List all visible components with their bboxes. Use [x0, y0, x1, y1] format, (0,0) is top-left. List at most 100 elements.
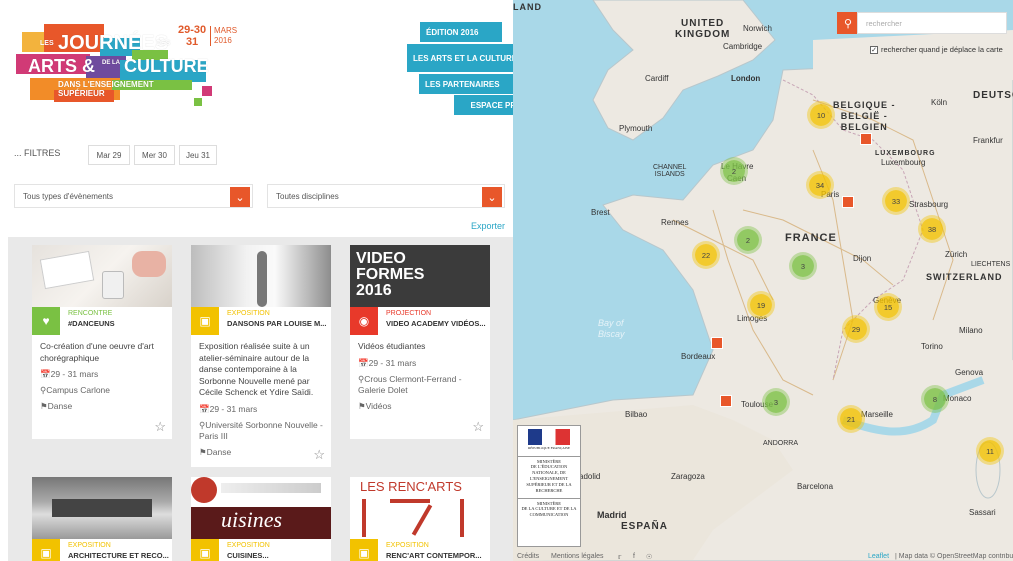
nav-edition[interactable]: ÉDITION 2016 — [420, 22, 502, 42]
favorite-star-icon[interactable]: ☆ — [154, 419, 166, 435]
map-cluster[interactable]: 11 — [979, 440, 1001, 462]
map-search-input[interactable]: rechercher — [857, 12, 1007, 34]
ministry-rf: RÉPUBLIQUE FRANÇAISE — [527, 446, 571, 450]
event-place: Campus Carlone — [46, 385, 111, 395]
city-madrid: Madrid — [597, 510, 627, 520]
chevron-down-icon[interactable]: ⌄ — [230, 187, 250, 207]
date-filter-mar29[interactable]: Mar 29 — [88, 145, 130, 165]
frame-icon: ▣ — [191, 539, 219, 561]
event-card[interactable]: ▣ EXPOSITION ARCHITECTURE ET RECO... — [32, 477, 172, 561]
event-card[interactable]: ♥ RENCONTRE #DANCEUNS Co-création d'une … — [32, 245, 172, 439]
city-milano: Milano — [959, 326, 983, 335]
city-cardiff: Cardiff — [645, 74, 669, 83]
map-cluster[interactable]: 21 — [840, 408, 862, 430]
ministry-1-title: MINISTÈRE — [518, 456, 580, 464]
event-card[interactable]: VIDEO FORMES 2016 ◉ PROJECTION VIDEO ACA… — [350, 245, 490, 439]
map-cluster[interactable]: 29 — [845, 318, 867, 340]
credits-link[interactable]: Crédits — [517, 553, 539, 560]
nav-arts-culture[interactable]: LES ARTS ET LA CULTURE DANS LE SUPÉRIEUR — [407, 44, 513, 72]
map-marker-icon[interactable] — [860, 133, 872, 145]
marianne-flag-icon — [528, 429, 570, 445]
event-tag: ♥ RENCONTRE #DANCEUNS — [32, 307, 172, 335]
map-marker-icon[interactable] — [842, 196, 854, 208]
event-title: #DANCEUNS — [68, 319, 115, 328]
ministry-2-name: DE LA CULTURE ET DE LA COMMUNICATION — [521, 506, 577, 517]
city-bordeaux: Bordeaux — [681, 352, 716, 361]
event-date: 29 - 31 mars — [209, 403, 258, 414]
discipline-select[interactable]: Toutes disciplines ⌄ — [267, 184, 505, 208]
event-description: Exposition réalisée suite à un atelier-s… — [199, 341, 314, 397]
date-filter-jeu31[interactable]: Jeu 31 — [179, 145, 217, 165]
event-list-panel: LES JOURNÉES DES ARTS & DE LA CULTURE DA… — [0, 0, 513, 561]
move-search-toggle[interactable]: ✓ rechercher quand je déplace la carte — [870, 45, 1003, 54]
nav-partenaires[interactable]: LES PARTENAIRES — [419, 74, 513, 94]
event-title: ARCHITECTURE ET RECO... — [68, 551, 169, 560]
legal-link[interactable]: Mentions légales — [551, 553, 604, 560]
link-icon[interactable]: ☉ — [646, 553, 652, 561]
event-tag: ▣ EXPOSITION RENC'ART CONTEMPOR... — [350, 539, 490, 561]
event-card[interactable]: ▣ EXPOSITION DANSONS PAR LOUISE M... Exp… — [191, 245, 331, 467]
event-discipline: Danse — [206, 446, 232, 457]
ministry-logos: RÉPUBLIQUE FRANÇAISE MINISTÈRE DE L'ÉDUC… — [517, 425, 581, 547]
map-cluster[interactable]: 8 — [924, 388, 946, 410]
ministry-1-name: DE L'ÉDUCATION NATIONALE, DE L'ENSEIGNEM… — [526, 464, 572, 493]
event-discipline: Danse — [47, 401, 73, 411]
camera-icon: ◉ — [350, 307, 378, 335]
city-frankfurt: Frankfur — [973, 136, 1003, 145]
events-map[interactable]: UNITED KINGDOM LAND FRANCE BELGIQUE - BE… — [513, 0, 1013, 561]
city-cambridge: Cambridge — [723, 42, 763, 51]
event-discipline: Vidéos — [365, 400, 392, 411]
chevron-down-icon[interactable]: ⌄ — [482, 187, 502, 207]
search-icon[interactable]: ⚲ — [837, 12, 859, 34]
export-link[interactable]: Exporter — [471, 221, 505, 231]
twitter-icon[interactable]: 𝕣 — [618, 553, 621, 561]
checkbox-icon[interactable]: ✓ — [870, 45, 878, 54]
event-body: Co-création d'une oeuvre d'art chorégrap… — [40, 341, 166, 412]
map-cluster[interactable]: 19 — [750, 294, 772, 316]
favorite-star-icon[interactable]: ☆ — [313, 447, 325, 463]
event-category: EXPOSITION — [227, 542, 270, 549]
facebook-icon[interactable]: f — [633, 553, 635, 560]
event-type-select[interactable]: Tous types d'évènements ⌄ — [14, 184, 253, 208]
logo-culture: CULTURE — [124, 56, 209, 76]
event-date: 29 - 31 mars — [50, 369, 99, 379]
map-cluster[interactable]: 34 — [809, 174, 831, 196]
map-cluster[interactable]: 22 — [695, 244, 717, 266]
map-cluster[interactable]: 2 — [737, 229, 759, 251]
city-london: London — [731, 74, 761, 83]
map-cluster[interactable]: 2 — [723, 160, 745, 182]
map-marker-icon[interactable] — [720, 395, 732, 407]
filters-label[interactable]: ... FILTRES — [14, 148, 60, 158]
city-brest: Brest — [591, 208, 610, 217]
city-valladolid: adolid — [579, 472, 601, 481]
logo-sub1: DANS L'ENSEIGNEMENT — [58, 80, 154, 89]
map-cluster[interactable]: 15 — [877, 296, 899, 318]
tag-icon: ⚑ — [40, 401, 48, 411]
city-norwich: Norwich — [743, 24, 772, 33]
event-card[interactable]: LES RENC'ARTS ▣ EXPOSITION RENC'ART CONT… — [350, 477, 490, 561]
event-type-value: Tous types d'évènements — [23, 191, 114, 201]
map-marker-icon[interactable] — [711, 337, 723, 349]
label-liechtenstein: LIECHTENS — [971, 261, 1011, 268]
city-marseille: Marseille — [861, 410, 894, 419]
label-belgique: BELGIQUE - BELGIË - BELGIEN — [833, 100, 896, 132]
favorite-star-icon[interactable]: ☆ — [472, 419, 484, 435]
nav-espace-presse[interactable]: ESPACE PRESSE — [454, 95, 513, 115]
event-title: RENC'ART CONTEMPOR... — [386, 551, 482, 560]
map-cluster[interactable]: 10 — [810, 104, 832, 126]
city-monaco: Monaco — [943, 394, 972, 403]
event-card[interactable]: uisines ▣ EXPOSITION CUISINES... — [191, 477, 331, 561]
frame-icon: ▣ — [191, 307, 219, 335]
map-cluster[interactable]: 3 — [792, 255, 814, 277]
map-cluster[interactable]: 3 — [765, 391, 787, 413]
map-cluster[interactable]: 33 — [885, 190, 907, 212]
leaflet-link[interactable]: Leaflet — [868, 553, 889, 560]
page: LES JOURNÉES DES ARTS & DE LA CULTURE DA… — [0, 0, 1013, 561]
label-andorra: ANDORRA — [763, 440, 799, 447]
label-deutschland: DEUTSC — [973, 90, 1013, 101]
calendar-icon: 📅 — [358, 357, 369, 368]
map-attribution: | Map data © OpenStreetMap contributor — [895, 553, 1013, 560]
event-tag: ▣ EXPOSITION ARCHITECTURE ET RECO... — [32, 539, 172, 561]
date-filter-mer30[interactable]: Mer 30 — [134, 145, 175, 165]
map-cluster[interactable]: 38 — [921, 218, 943, 240]
